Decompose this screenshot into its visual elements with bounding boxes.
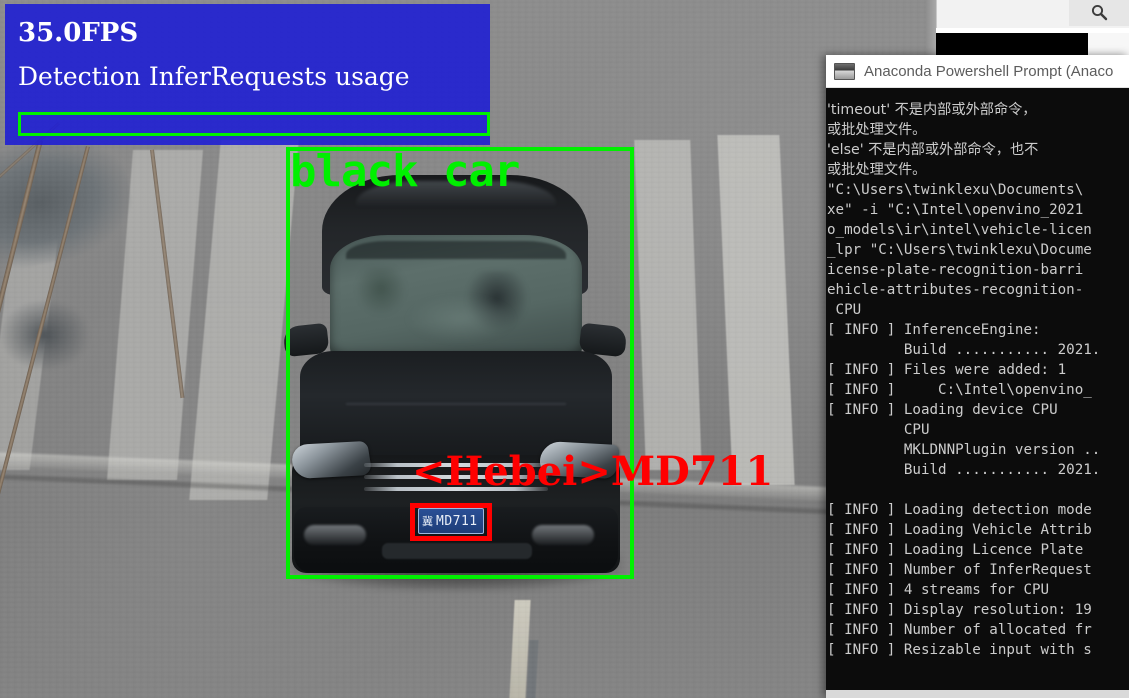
license-plate-recognition-label: <Hebei>MD711 — [412, 448, 774, 495]
terminal-line: "C:\Users\twinklexu\Documents\ — [827, 182, 1084, 198]
terminal-line: Build ........... 2021. — [827, 342, 1101, 358]
terminal-line: [ INFO ] Loading Licence Plate — [827, 542, 1084, 558]
terminal-line: CPU — [827, 422, 930, 438]
terminal-line: CPU — [827, 302, 862, 318]
console-icon — [834, 62, 855, 80]
anaconda-powershell-window[interactable]: Anaconda Powershell Prompt (Anaco 'timeo… — [826, 55, 1129, 698]
terminal-line: o_models\ir\intel\vehicle-licen — [827, 222, 1092, 238]
terminal-line: [ INFO ] InferenceEngine: — [827, 322, 1041, 338]
terminal-title-bar[interactable]: Anaconda Powershell Prompt (Anaco — [826, 55, 1129, 88]
terminal-line: [ INFO ] Loading detection mode — [827, 502, 1092, 518]
terminal-line: 或批处理文件。 — [827, 162, 927, 178]
background-window-edge — [926, 0, 936, 55]
terminal-line: [ INFO ] Number of InferRequest — [827, 562, 1092, 578]
search-icon — [1090, 3, 1108, 21]
fps-readout: 35.0FPS — [18, 18, 139, 48]
desktop-bottom-strip — [826, 690, 1129, 698]
infer-requests-caption: Detection InferRequests usage — [18, 62, 410, 91]
terminal-line: [ INFO ] 4 streams for CPU — [827, 582, 1050, 598]
terminal-line: [ INFO ] Loading Vehicle Attrib — [827, 522, 1092, 538]
terminal-line: icense-plate-recognition-barri — [827, 262, 1084, 278]
terminal-line: 'timeout' 不是内部或外部命令， — [827, 102, 1037, 118]
license-plate-bounding-box — [410, 503, 492, 541]
terminal-line: [ INFO ] Resizable input with s — [827, 642, 1092, 658]
search-button[interactable] — [1069, 0, 1129, 26]
vehicle-class-label: black car — [290, 146, 520, 197]
terminal-line: Build ........... 2021. — [827, 462, 1101, 478]
background-window-dark-strip — [936, 33, 1088, 55]
terminal-line: MKLDNNPlugin version .. — [827, 442, 1101, 458]
terminal-line: xe" -i "C:\Intel\openvino_2021 — [827, 202, 1084, 218]
terminal-line: [ INFO ] Files were added: 1 — [827, 362, 1067, 378]
terminal-line: [ INFO ] Loading device CPU — [827, 402, 1058, 418]
terminal-line: ehicle-attributes-recognition- — [827, 282, 1084, 298]
stats-overlay-panel: 35.0FPS Detection InferRequests usage — [5, 4, 490, 145]
infer-requests-usage-bar — [18, 112, 490, 136]
terminal-line: _lpr "C:\Users\twinklexu\Docume — [827, 242, 1092, 258]
terminal-line: 'else' 不是内部或外部命令，也不 — [827, 142, 1039, 158]
terminal-line: [ INFO ] Number of allocated fr — [827, 622, 1092, 638]
background-window-toolbar[interactable] — [936, 0, 1129, 28]
terminal-line: [ INFO ] C:\Intel\openvino_ — [827, 382, 1092, 398]
terminal-output[interactable]: 'timeout' 不是内部或外部命令， 或批处理文件。 'else' 不是内部或外… — [826, 88, 1129, 698]
terminal-line: 或批处理文件。 — [827, 122, 927, 138]
terminal-line: [ INFO ] Display resolution: 19 — [827, 602, 1092, 618]
background-window-light-strip — [1088, 33, 1129, 55]
screen: 冀 MD711 black car <Hebei>MD711 35.0FPS D… — [0, 0, 1129, 698]
terminal-window-title: Anaconda Powershell Prompt (Anaco — [864, 62, 1114, 80]
